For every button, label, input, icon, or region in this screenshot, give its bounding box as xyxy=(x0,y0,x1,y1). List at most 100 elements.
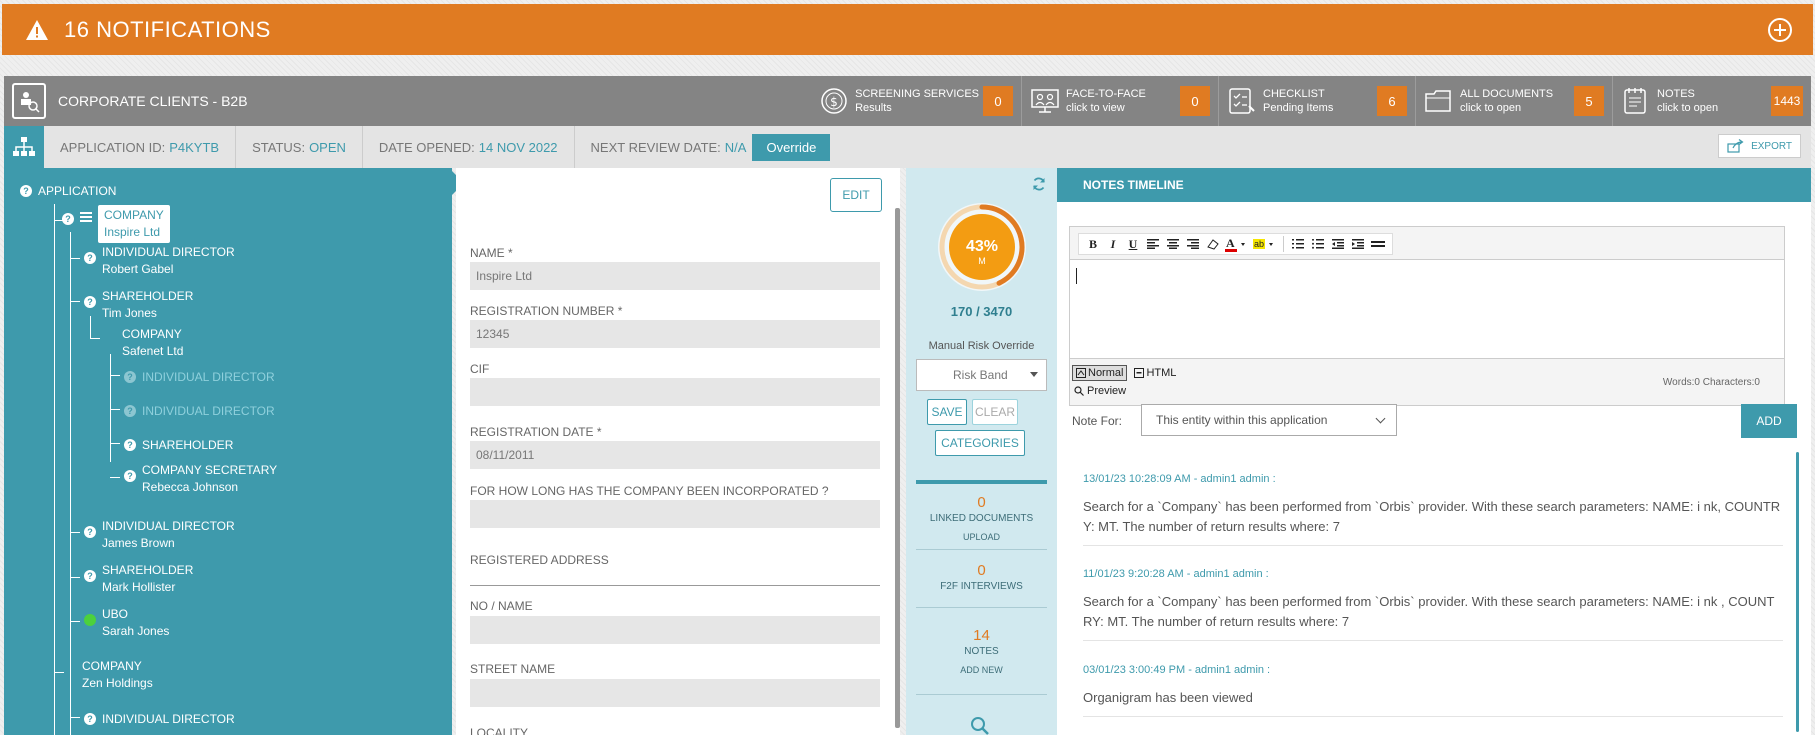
highlight-icon[interactable]: ab xyxy=(1251,234,1279,254)
registration-date-field[interactable]: 08/11/2011 xyxy=(470,441,880,469)
font-color-icon[interactable]: A xyxy=(1223,234,1251,254)
cif-field[interactable] xyxy=(470,378,880,406)
preview-button[interactable]: Preview xyxy=(1074,385,1126,397)
add-new-note-link[interactable]: ADD NEW xyxy=(916,665,1047,675)
override-button[interactable]: Override xyxy=(752,133,831,161)
date-opened: DATE OPENED: 14 NOV 2022 xyxy=(363,126,575,168)
eraser-icon[interactable] xyxy=(1203,234,1223,254)
word-count: Words:0 Characters:0 xyxy=(1662,377,1760,388)
help-icon: ? xyxy=(84,526,96,538)
locality-label: LOCALITY xyxy=(470,726,529,735)
tree-node-ubo-sarah[interactable]: ? UBOSarah Jones xyxy=(84,606,169,640)
html-mode-button[interactable]: HTML xyxy=(1131,366,1179,380)
note-entry: 03/01/23 3:00:49 PM - admin1 admin : Org… xyxy=(1083,664,1783,717)
notes-count: 1443 xyxy=(1771,86,1803,116)
form-scrollbar[interactable] xyxy=(895,208,900,728)
underline-button[interactable]: U xyxy=(1123,234,1143,254)
documents-label: ALL DOCUMENTS xyxy=(1460,88,1554,100)
export-button[interactable]: EXPORT xyxy=(1718,134,1801,158)
menu-icon[interactable] xyxy=(80,211,92,225)
add-note-button[interactable]: ADD xyxy=(1741,404,1797,438)
save-button[interactable]: SAVE xyxy=(927,399,967,425)
align-right-icon[interactable] xyxy=(1183,234,1203,254)
align-center-icon[interactable] xyxy=(1163,234,1183,254)
incorporated-duration-field[interactable] xyxy=(470,500,880,528)
application-status: STATUS: OPEN xyxy=(236,126,363,168)
corporate-client-icon xyxy=(12,83,46,119)
bold-button[interactable]: B xyxy=(1083,234,1103,254)
plus-circle-icon[interactable] xyxy=(1767,17,1793,43)
tree-node-company-safenet[interactable]: COMPANY Safenet Ltd xyxy=(122,326,183,360)
note-text-area[interactable] xyxy=(1070,259,1784,359)
note-for-select[interactable]: This entity within this application xyxy=(1141,404,1397,436)
tree-node-director-robert[interactable]: ? INDIVIDUAL DIRECTOR Robert Gabel xyxy=(84,244,235,278)
no-name-field[interactable] xyxy=(470,616,880,644)
upload-link[interactable]: UPLOAD xyxy=(916,532,1047,542)
help-icon: ? xyxy=(84,570,96,582)
horizontal-rule-icon[interactable] xyxy=(1368,234,1388,254)
organigram-tree: ? APPLICATION ? COMPANY Inspire Ltd ? IND… xyxy=(4,168,452,735)
help-icon: ? xyxy=(84,252,96,264)
help-icon: ? xyxy=(20,185,32,197)
organigram-icon[interactable] xyxy=(4,126,44,168)
tree-node-director-empty-2[interactable]: ? INDIVIDUAL DIRECTOR xyxy=(124,403,275,419)
tree-node-secretary-rebecca[interactable]: ? COMPANY SECRETARY Rebecca Johnson xyxy=(124,462,277,496)
outdent-icon[interactable] xyxy=(1328,234,1348,254)
refresh-icon[interactable] xyxy=(1031,176,1047,192)
note-text: Organigram has been viewed xyxy=(1083,690,1253,705)
tree-node-director-empty-1[interactable]: ? INDIVIDUAL DIRECTOR xyxy=(124,369,275,385)
tree-node-shareholder-mark[interactable]: ? SHAREHOLDER Mark Hollister xyxy=(84,562,193,596)
screening-sub: Results xyxy=(855,102,892,114)
face-to-face-section[interactable]: FACE-TO-FACE click to view 0 xyxy=(1021,76,1218,126)
edit-button[interactable]: EDIT xyxy=(830,178,882,212)
italic-button[interactable]: I xyxy=(1103,234,1123,254)
indent-icon[interactable] xyxy=(1348,234,1368,254)
risk-level: M xyxy=(978,256,986,266)
normal-mode-button[interactable]: Normal xyxy=(1072,365,1128,381)
export-label: EXPORT xyxy=(1751,140,1792,152)
notes-scrollbar[interactable] xyxy=(1796,452,1799,732)
clear-button[interactable]: CLEAR xyxy=(972,399,1018,425)
tree-node-director-zen[interactable]: ? INDIVIDUAL DIRECTOR xyxy=(84,711,235,727)
tree-node-director-james[interactable]: ? INDIVIDUAL DIRECTOR James Brown xyxy=(84,518,235,552)
linked-documents-block[interactable]: 0 LINKED DOCUMENTS UPLOAD xyxy=(916,494,1047,550)
f2f-interviews-count: 0 xyxy=(977,562,986,579)
tree-node-company-inspire[interactable]: ? COMPANY Inspire Ltd xyxy=(62,205,170,243)
checklist-section[interactable]: CHECKLIST Pending Items 6 xyxy=(1218,76,1415,126)
categories-button[interactable]: CATEGORIES xyxy=(935,430,1025,456)
risk-band-select[interactable]: Risk Band xyxy=(916,359,1047,391)
risk-panel: 43% M 170 / 3470 Manual Risk Override Ri… xyxy=(906,168,1057,735)
editor-toolbar: B I U A ab xyxy=(1078,233,1393,255)
notes-block-label: NOTES xyxy=(964,646,999,657)
screening-services-section[interactable]: $ SCREENING SERVICES Results 0 xyxy=(811,76,1021,126)
align-left-icon[interactable] xyxy=(1143,234,1163,254)
editor-mode-switch: Normal HTML xyxy=(1072,365,1179,381)
unordered-list-icon[interactable] xyxy=(1308,234,1328,254)
notifications-title: 16 NOTIFICATIONS xyxy=(64,16,271,42)
registration-number-field[interactable]: 12345 xyxy=(470,320,880,348)
all-documents-section[interactable]: ALL DOCUMENTS click to open 5 xyxy=(1415,76,1612,126)
note-for-label: Note For: xyxy=(1072,414,1123,428)
notes-block[interactable]: 14 NOTES ADD NEW xyxy=(916,627,1047,695)
manual-risk-override-label: Manual Risk Override xyxy=(928,340,1035,352)
help-icon: ? xyxy=(84,713,96,725)
name-field[interactable]: Inspire Ltd xyxy=(470,262,880,290)
search-icon[interactable] xyxy=(970,716,990,735)
entity-header: CORPORATE CLIENTS - B2B $ SCREENING SERV… xyxy=(4,76,1811,126)
notes-section[interactable]: NOTES click to open 1443 xyxy=(1612,76,1811,126)
notes-panel: NOTES TIMELINE B I U A ab Normal HTML Pr… xyxy=(1057,168,1811,735)
risk-gauge: 43% M xyxy=(938,203,1026,291)
tree-node-company-zen[interactable]: COMPANY Zen Holdings xyxy=(82,658,153,692)
tree-root[interactable]: ? APPLICATION xyxy=(20,183,116,199)
notifications-bar[interactable]: 16 NOTIFICATIONS xyxy=(2,4,1813,55)
tree-node-shareholder-tim[interactable]: ? SHAREHOLDER Tim Jones xyxy=(84,288,193,322)
notes-timeline-title: NOTES TIMELINE xyxy=(1057,168,1811,202)
tree-node-shareholder-empty[interactable]: ? SHAREHOLDER xyxy=(124,437,233,453)
ordered-list-icon[interactable] xyxy=(1288,234,1308,254)
risk-band-value: Risk Band xyxy=(953,368,1008,382)
f2f-label: FACE-TO-FACE xyxy=(1066,88,1146,100)
linked-documents-label: LINKED DOCUMENTS xyxy=(929,513,1034,524)
incorporated-duration-label: FOR HOW LONG HAS THE COMPANY BEEN INCORP… xyxy=(470,484,829,498)
f2f-interviews-block[interactable]: 0 F2F INTERVIEWS xyxy=(916,562,1047,608)
street-name-field[interactable] xyxy=(470,679,880,707)
